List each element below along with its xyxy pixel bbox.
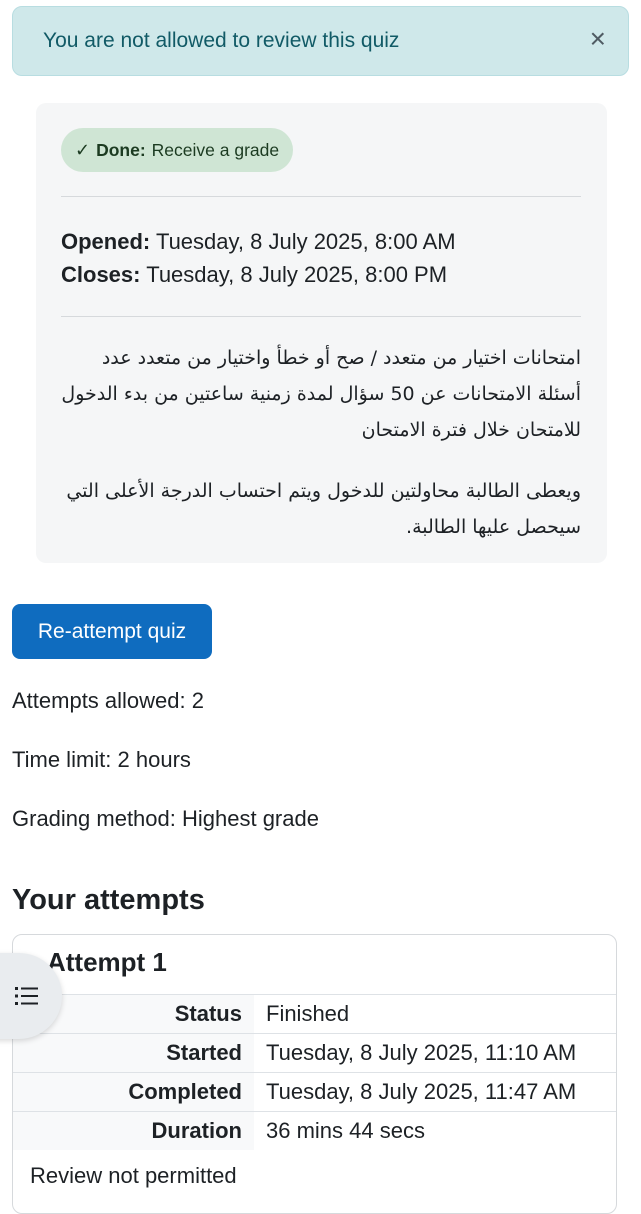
attempt-title: Attempt 1: [47, 947, 167, 977]
opened-date: Opened: Tuesday, 8 July 2025, 8:00 AM: [61, 225, 456, 258]
grading-method: Grading method: Highest grade: [12, 806, 319, 831]
list-icon: [15, 987, 38, 1005]
table-row: Status Finished: [13, 994, 616, 1034]
info-alert: You are not allowed to review this quiz …: [12, 6, 629, 76]
duration-value: 36 mins 44 secs: [254, 1111, 616, 1150]
reattempt-quiz-button[interactable]: Re-attempt quiz: [12, 604, 212, 659]
check-icon: ✓: [75, 139, 91, 160]
duration-label: Duration: [13, 1111, 254, 1150]
alert-message: You are not allowed to review this quiz: [43, 29, 400, 52]
quiz-dates: Opened: Tuesday, 8 July 2025, 8:00 AM Cl…: [61, 225, 456, 291]
table-row: Started Tuesday, 8 July 2025, 11:10 AM: [13, 1033, 616, 1073]
attempt-card: Attempt 1 Status Finished Started Tuesda…: [12, 934, 617, 1214]
closes-label: Closes:: [61, 262, 141, 287]
quiz-description-paragraph-1: امتحانات اختيار من متعدد / صح أو خطأ واخ…: [61, 347, 581, 441]
started-label: Started: [13, 1033, 254, 1073]
started-value: Tuesday, 8 July 2025, 11:10 AM: [254, 1033, 616, 1073]
table-row: Duration 36 mins 44 secs: [13, 1111, 616, 1150]
table-row: Completed Tuesday, 8 July 2025, 11:47 AM: [13, 1072, 616, 1112]
review-status: Review not permitted: [30, 1163, 237, 1188]
opened-value: Tuesday, 8 July 2025, 8:00 AM: [155, 229, 456, 254]
attempts-allowed: Attempts allowed: 2: [12, 688, 204, 713]
opened-label: Opened:: [61, 229, 151, 254]
time-limit: Time limit: 2 hours: [12, 747, 191, 772]
completed-value: Tuesday, 8 July 2025, 11:47 AM: [254, 1072, 616, 1112]
closes-date: Closes: Tuesday, 8 July 2025, 8:00 PM: [61, 258, 456, 291]
closes-value: Tuesday, 8 July 2025, 8:00 PM: [146, 262, 448, 287]
your-attempts-heading: Your attempts: [12, 884, 205, 916]
attempt-summary-table: Status Finished Started Tuesday, 8 July …: [13, 994, 616, 1150]
divider: [61, 316, 581, 317]
completed-label: Completed: [13, 1072, 254, 1112]
completion-badge: ✓ Done: Receive a grade: [61, 128, 294, 172]
divider: [61, 196, 581, 197]
completion-label: Done:: [96, 139, 146, 160]
status-value: Finished: [254, 994, 616, 1034]
completion-text: Receive a grade: [151, 139, 280, 160]
activity-information: ✓ Done: Receive a grade Opened: Tuesday,…: [36, 103, 607, 563]
quiz-description-paragraph-2: ويعطى الطالبة محاولتين للدخول ويتم احتسا…: [66, 480, 581, 538]
close-icon[interactable]: ×: [590, 25, 606, 53]
